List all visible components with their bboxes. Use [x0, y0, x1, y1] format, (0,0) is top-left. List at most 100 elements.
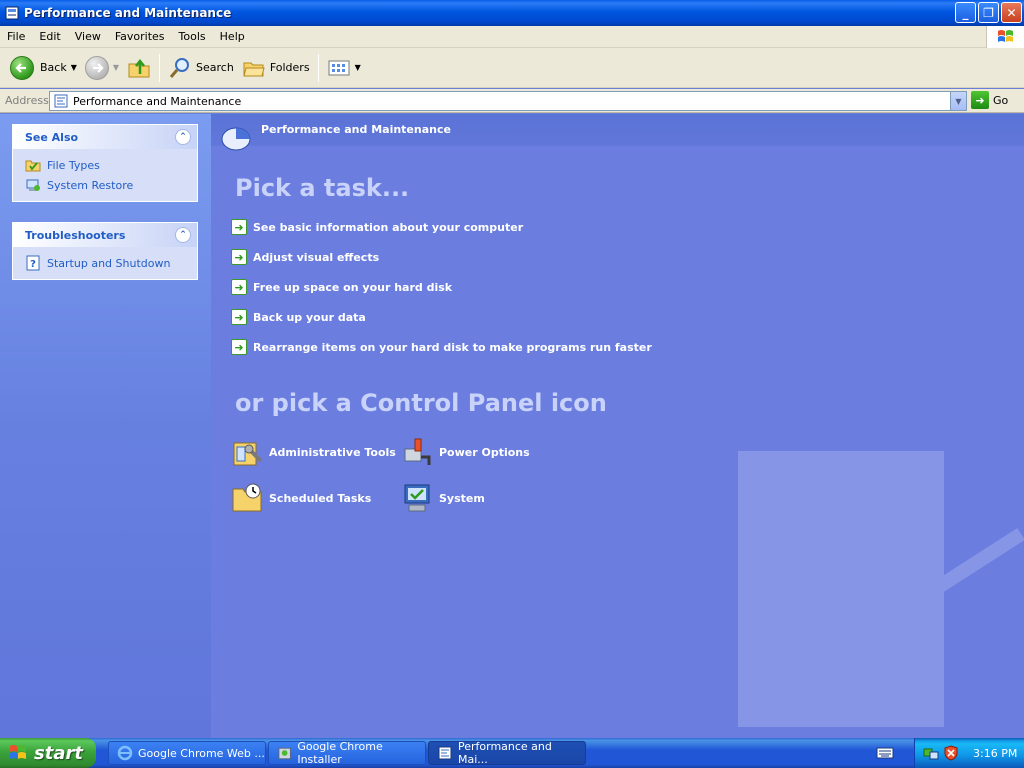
search-label: Search: [196, 61, 234, 74]
system-icon: [404, 484, 430, 512]
windows-logo-icon: [986, 26, 1024, 48]
menu-edit[interactable]: Edit: [32, 30, 67, 43]
forward-button[interactable]: ▼: [81, 51, 123, 85]
task-visual-effects[interactable]: ➜ Adjust visual effects: [231, 249, 379, 265]
task-label: Adjust visual effects: [253, 250, 380, 264]
or-pick-heading: or pick a Control Panel icon: [235, 389, 607, 417]
taskbar-item-label: Performance and Mai...: [457, 740, 552, 766]
system-restore-icon: [26, 179, 40, 191]
system-restore-link[interactable]: System Restore: [25, 175, 187, 195]
address-bar: Address Performance and Maintenance ▼ ➜ …: [0, 89, 1024, 113]
control-panel-small-icon: [54, 94, 68, 108]
file-types-icon: [25, 160, 41, 172]
views-dropdown-icon[interactable]: ▼: [355, 63, 361, 72]
internet-explorer-icon: [117, 745, 133, 761]
task-label: Free up space on your hard disk: [253, 280, 453, 294]
task-defragment[interactable]: ➜ Rearrange items on your hard disk to m…: [231, 339, 652, 355]
scheduled-tasks-label: Scheduled Tasks: [269, 491, 372, 505]
folders-button[interactable]: Folders: [238, 51, 314, 85]
scheduled-tasks-icon: [232, 483, 262, 512]
power-options-item[interactable]: Power Options: [401, 435, 530, 469]
views-button[interactable]: ▼: [323, 51, 365, 85]
menu-file[interactable]: File: [0, 30, 32, 43]
forward-arrow-icon: [84, 55, 109, 80]
task-arrow-icon: ➜: [231, 279, 247, 295]
menu-bar: File Edit View Favorites Tools Help: [0, 26, 1024, 48]
address-dropdown-icon[interactable]: ▼: [950, 92, 966, 110]
troubleshooters-title: Troubleshooters: [25, 228, 126, 242]
task-arrow-icon: ➜: [231, 339, 247, 355]
help-icon: ?: [26, 255, 40, 271]
watermark-icon: [738, 451, 1024, 727]
administrative-tools-icon: [233, 442, 263, 466]
startup-shutdown-label: Startup and Shutdown: [47, 256, 171, 270]
taskbar: start Google Chrome Web ... Google Chrom…: [0, 738, 1024, 768]
menu-tools[interactable]: Tools: [172, 30, 213, 43]
up-folder-button[interactable]: [123, 51, 155, 85]
control-panel-icon: [438, 746, 452, 760]
control-panel-icon: [5, 6, 19, 20]
svg-text:?: ?: [30, 259, 36, 270]
taskbar-item-label: Google Chrome Web ...: [138, 746, 265, 760]
left-task-pane: See Also ⌃ File Types System Restore Tro…: [0, 114, 211, 738]
views-icon: [328, 60, 350, 75]
address-input[interactable]: Performance and Maintenance ▼: [49, 91, 967, 111]
task-label: Rearrange items on your hard disk to mak…: [253, 340, 652, 354]
scheduled-tasks-item[interactable]: Scheduled Tasks: [231, 481, 371, 515]
back-button[interactable]: Back ▼: [6, 51, 81, 85]
administrative-tools-item[interactable]: Administrative Tools: [231, 435, 396, 469]
power-options-label: Power Options: [439, 445, 530, 459]
administrative-tools-label: Administrative Tools: [269, 445, 396, 459]
system-label: System: [439, 491, 485, 505]
start-label: start: [34, 742, 83, 764]
address-label: Address: [5, 94, 49, 107]
troubleshooters-header[interactable]: Troubleshooters ⌃: [13, 223, 197, 247]
startup-shutdown-link[interactable]: ? Startup and Shutdown: [25, 253, 187, 273]
minimize-button[interactable]: _: [955, 2, 976, 23]
task-label: Back up your data: [253, 310, 366, 324]
collapse-icon[interactable]: ⌃: [175, 129, 191, 145]
system-tray: 3:16 PM: [914, 738, 1024, 768]
main-header-title: Performance and Maintenance: [261, 123, 451, 136]
forward-dropdown-icon[interactable]: ▼: [113, 63, 119, 72]
task-backup[interactable]: ➜ Back up your data: [231, 309, 366, 325]
up-folder-icon: [128, 58, 150, 77]
security-shield-icon[interactable]: [943, 745, 959, 761]
collapse-icon[interactable]: ⌃: [175, 227, 191, 243]
start-button[interactable]: start: [0, 738, 96, 768]
address-value: Performance and Maintenance: [73, 94, 242, 108]
go-label: Go: [993, 93, 1009, 107]
power-options-icon: [404, 438, 431, 465]
close-button[interactable]: ✕: [1001, 2, 1022, 23]
menu-favorites[interactable]: Favorites: [108, 30, 172, 43]
troubleshooters-panel: Troubleshooters ⌃ ? Startup and Shutdown: [12, 222, 198, 280]
taskbar-performance-maintenance[interactable]: Performance and Mai...: [428, 740, 586, 766]
main-content: Performance and Maintenance Pick a task.…: [211, 114, 1024, 738]
window-title: Performance and Maintenance: [24, 6, 232, 20]
pick-task-heading: Pick a task...: [235, 174, 410, 202]
task-arrow-icon: ➜: [231, 219, 247, 235]
menu-view[interactable]: View: [68, 30, 108, 43]
taskbar-chrome-installer[interactable]: Google Chrome Installer: [268, 740, 426, 766]
see-also-title: See Also: [25, 130, 79, 144]
performance-maintenance-icon: [221, 127, 251, 151]
keyboard-icon[interactable]: [876, 746, 894, 760]
network-icon[interactable]: [923, 745, 939, 761]
task-arrow-icon: ➜: [231, 309, 247, 325]
task-free-space[interactable]: ➜ Free up space on your hard disk: [231, 279, 452, 295]
main-header: Performance and Maintenance: [211, 114, 1024, 151]
search-button[interactable]: Search: [164, 51, 238, 85]
see-also-header[interactable]: See Also ⌃: [13, 125, 197, 149]
installer-icon: [278, 747, 291, 760]
back-dropdown-icon[interactable]: ▼: [71, 63, 77, 72]
go-button[interactable]: ➜ Go: [971, 91, 1008, 109]
file-types-link[interactable]: File Types: [25, 155, 187, 175]
task-basic-info[interactable]: ➜ See basic information about your compu…: [231, 219, 523, 235]
menu-help[interactable]: Help: [213, 30, 252, 43]
taskbar-chrome-web[interactable]: Google Chrome Web ...: [108, 741, 266, 765]
system-item[interactable]: System: [401, 481, 485, 515]
clock: 3:16 PM: [973, 746, 1018, 760]
maximize-button[interactable]: ❐: [978, 2, 999, 23]
back-label: Back: [40, 61, 67, 74]
go-arrow-icon: ➜: [971, 91, 989, 109]
